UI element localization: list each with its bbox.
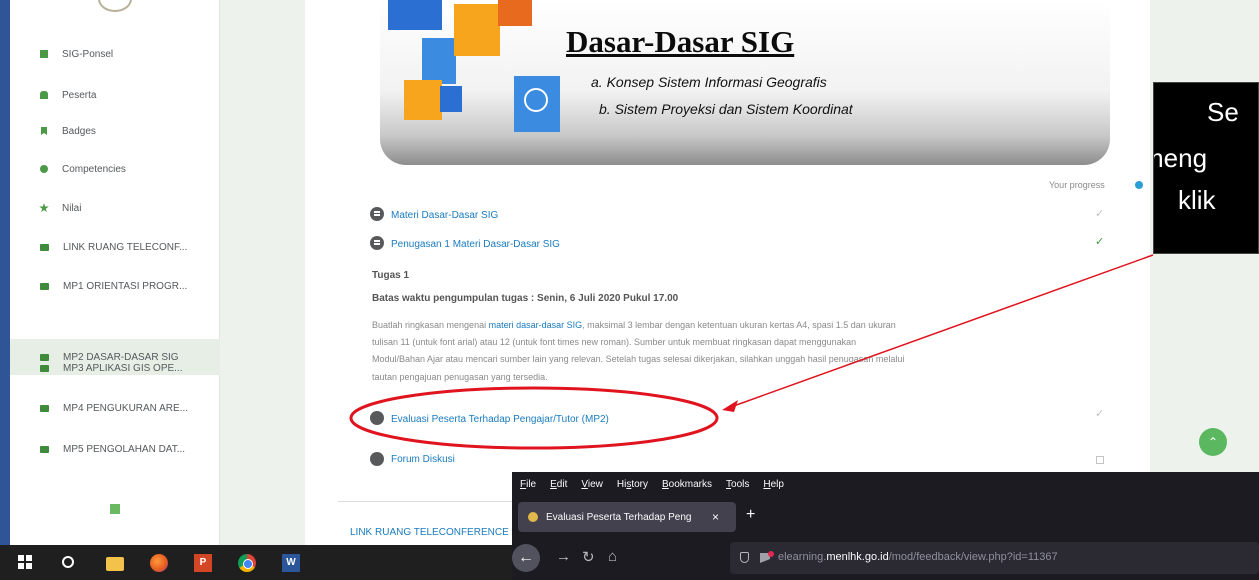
menu-bookmarks[interactable]: Bookmarks [662, 479, 712, 490]
windows-taskbar: P W [0, 545, 512, 580]
favicon-icon [528, 512, 538, 522]
back-button[interactable]: ← [512, 544, 540, 572]
firefox-window: File Edit View History Bookmarks Tools H… [512, 472, 1259, 580]
menu-edit[interactable]: Edit [550, 479, 567, 490]
url-text[interactable]: elearning.menlhk.go.id/mod/feedback/view… [778, 551, 1058, 563]
annotation-arrow [727, 254, 1154, 409]
powerpoint-icon[interactable]: P [194, 554, 212, 572]
menu-file[interactable]: File [520, 479, 536, 490]
address-bar[interactable]: elearning.menlhk.go.id/mod/feedback/view… [730, 542, 1259, 574]
arrow-head [722, 400, 738, 412]
windows-start-icon[interactable] [18, 555, 32, 569]
chrome-icon[interactable] [238, 554, 256, 572]
firefox-icon[interactable] [150, 554, 168, 572]
home-button[interactable]: ⌂ [608, 548, 617, 565]
menu-history[interactable]: History [617, 479, 648, 490]
tab-title: Evaluasi Peserta Terhadap Peng [546, 511, 692, 523]
tracking-shield-icon[interactable] [740, 552, 749, 563]
forward-button[interactable]: → [556, 548, 571, 565]
search-icon[interactable] [62, 556, 74, 568]
menu-help[interactable]: Help [763, 479, 784, 490]
menu-view[interactable]: View [581, 479, 603, 490]
file-explorer-icon[interactable] [106, 557, 124, 571]
insecure-warning-icon [768, 551, 774, 557]
menu-tools[interactable]: Tools [726, 479, 749, 490]
firefox-menubar: File Edit View History Bookmarks Tools H… [512, 472, 1259, 496]
reload-button[interactable]: ↻ [582, 548, 595, 566]
browser-tab[interactable]: Evaluasi Peserta Terhadap Peng × [518, 502, 736, 532]
highlight-ellipse [349, 386, 719, 450]
new-tab-button[interactable]: + [746, 506, 755, 524]
word-icon[interactable]: W [282, 554, 300, 572]
tab-close-icon[interactable]: × [712, 510, 719, 524]
